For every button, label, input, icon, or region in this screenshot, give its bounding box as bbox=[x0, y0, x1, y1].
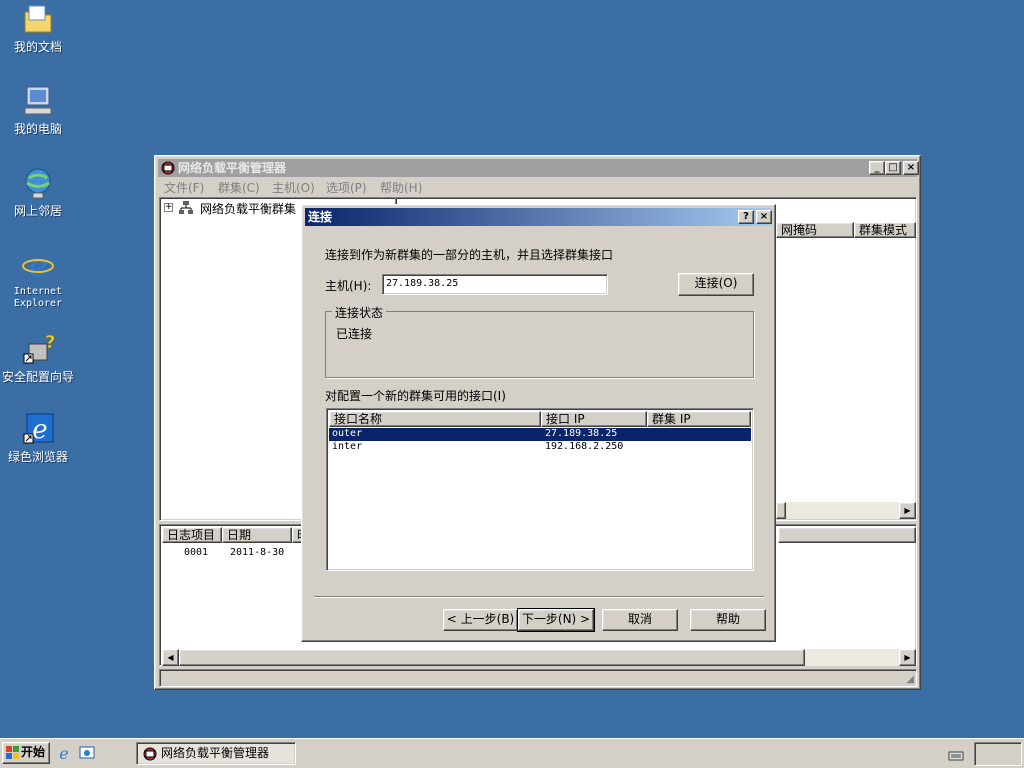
help-button[interactable]: 帮助 bbox=[690, 609, 766, 631]
desktop-icon-label: 安全配置向导 bbox=[1, 370, 74, 384]
start-label: 开始 bbox=[21, 745, 46, 759]
header-log-item[interactable]: 日志项目 bbox=[162, 527, 222, 543]
internet-explorer-icon: e bbox=[21, 248, 55, 284]
dialog-close-button[interactable]: × bbox=[756, 210, 772, 224]
desktop-icon-network-places[interactable]: 网上邻居 bbox=[0, 166, 76, 218]
menu-host[interactable]: 主机(O) bbox=[272, 179, 315, 196]
quicklaunch-ie-icon[interactable]: e bbox=[56, 744, 72, 763]
svg-text:e: e bbox=[29, 249, 47, 282]
dialog-separator bbox=[314, 596, 764, 598]
interface-cell-ip: 27.189.38.25 bbox=[545, 428, 618, 439]
host-list-hscrollbar[interactable]: ▶ bbox=[776, 502, 916, 519]
interface-cell-name: outer bbox=[332, 428, 363, 439]
folder-icon bbox=[21, 2, 55, 36]
log-scroll-left-button[interactable]: ◀ bbox=[162, 649, 179, 666]
next-button[interactable]: 下一步(N) > bbox=[517, 608, 595, 632]
interface-cell-ip: 192.168.2.250 bbox=[545, 441, 624, 452]
host-label: 主机(H): bbox=[325, 279, 372, 293]
interface-row-inter[interactable]: inter 192.168.2.250 bbox=[329, 441, 751, 454]
desktop-icon-label: 绿色浏览器 bbox=[7, 450, 68, 464]
desktop-icon-my-documents[interactable]: 我的文档 bbox=[0, 2, 76, 54]
header-log-date[interactable]: 日期 bbox=[222, 527, 292, 543]
desktop-icon-green-browser[interactable]: e 绿色浏览器 bbox=[0, 412, 76, 464]
taskbar: 开始 e 网络负载平衡管理器 bbox=[0, 738, 1024, 768]
system-tray bbox=[974, 742, 1022, 766]
nlb-app-icon bbox=[160, 160, 176, 176]
host-input-value: 27.189.38.25 bbox=[386, 278, 459, 289]
cluster-tree-icon bbox=[178, 200, 194, 216]
svg-text:e: e bbox=[32, 415, 47, 445]
close-button[interactable]: × bbox=[903, 161, 919, 175]
desktop-icon-label: Internet bbox=[13, 286, 63, 297]
status-bar: ◢ bbox=[159, 669, 917, 687]
desktop-icon-my-computer[interactable]: 我的电脑 bbox=[0, 84, 76, 136]
tree-expand-icon[interactable]: + bbox=[164, 203, 173, 212]
main-title-bar[interactable]: 网络负载平衡管理器 _ □ × bbox=[158, 159, 919, 177]
green-browser-icon: e bbox=[21, 412, 55, 446]
windows-logo-icon bbox=[6, 746, 20, 760]
menu-help[interactable]: 帮助(H) bbox=[380, 179, 422, 196]
log-header-filler bbox=[778, 527, 916, 543]
start-button[interactable]: 开始 bbox=[2, 742, 50, 764]
interface-row-outer[interactable]: outer 27.189.38.25 bbox=[328, 427, 752, 442]
cancel-button[interactable]: 取消 bbox=[602, 609, 678, 631]
dialog-title-bar[interactable]: 连接 ? × bbox=[305, 208, 772, 226]
dialog-title: 连接 bbox=[308, 210, 333, 224]
interfaces-list[interactable]: 接口名称 接口 IP 群集 IP outer 27.189.38.25 inte… bbox=[326, 408, 754, 571]
desktop-icon-label: 网上邻居 bbox=[13, 204, 62, 218]
log-hscrollbar[interactable]: ◀ ▶ bbox=[162, 649, 916, 666]
maximize-button[interactable]: □ bbox=[885, 161, 901, 175]
computer-icon bbox=[21, 84, 55, 118]
connect-dialog: 连接 ? × 连接到作为新群集的一部分的主机，并且选择群集接口 主机(H): 2… bbox=[301, 204, 776, 642]
interfaces-label: 对配置一个新的群集可用的接口(I) bbox=[325, 389, 506, 403]
desktop-icon-label: 我的电脑 bbox=[13, 122, 62, 136]
header-netmask[interactable]: 网掩码 bbox=[776, 222, 854, 238]
dialog-intro-text: 连接到作为新群集的一部分的主机，并且选择群集接口 bbox=[325, 248, 614, 262]
header-interface-ip[interactable]: 接口 IP bbox=[541, 411, 647, 427]
desktop-icon-label: 我的文档 bbox=[13, 40, 62, 54]
menu-options[interactable]: 选项(P) bbox=[326, 179, 367, 196]
connection-status-group: 连接状态 已连接 bbox=[325, 304, 754, 378]
scroll-right-button[interactable]: ▶ bbox=[899, 502, 916, 519]
header-cluster-mode[interactable]: 群集模式 bbox=[854, 222, 916, 238]
main-window-title: 网络负载平衡管理器 bbox=[178, 161, 287, 175]
taskbar-item-nlb-manager[interactable]: 网络负载平衡管理器 bbox=[136, 742, 296, 765]
network-icon bbox=[21, 166, 55, 200]
host-input[interactable]: 27.189.38.25 bbox=[382, 274, 608, 295]
dialog-help-icon[interactable]: ? bbox=[738, 210, 754, 224]
taskbar-nlb-icon bbox=[142, 746, 158, 762]
desktop-icon-internet-explorer[interactable]: e Internet Explorer bbox=[0, 248, 76, 310]
header-interface-name[interactable]: 接口名称 bbox=[329, 411, 541, 427]
minimize-button[interactable]: _ bbox=[869, 161, 885, 175]
status-text: 已连接 bbox=[336, 327, 373, 341]
log-scroll-right-button[interactable]: ▶ bbox=[899, 649, 916, 666]
menu-bar: 文件(F) 群集(C) 主机(O) 选项(P) 帮助(H) bbox=[158, 178, 917, 196]
quicklaunch-desktop-icon[interactable] bbox=[79, 745, 95, 761]
log-cell-date: 2011-8-30 bbox=[230, 547, 285, 558]
svg-text:?: ? bbox=[45, 332, 55, 353]
resize-grip-icon[interactable]: ◢ bbox=[906, 674, 914, 685]
security-wizard-icon: ? bbox=[21, 332, 56, 366]
log-scroll-thumb[interactable] bbox=[179, 649, 805, 666]
desktop-icon-label-line2: Explorer bbox=[13, 298, 63, 309]
log-cell-id: 0001 bbox=[184, 547, 209, 558]
menu-file[interactable]: 文件(F) bbox=[164, 179, 204, 196]
taskbar-item-label: 网络负载平衡管理器 bbox=[161, 746, 270, 760]
scroll-thumb[interactable] bbox=[776, 502, 786, 519]
svg-text:e: e bbox=[59, 745, 68, 761]
connect-button[interactable]: 连接(O) bbox=[678, 273, 754, 296]
interface-cell-name: inter bbox=[332, 441, 363, 452]
menu-cluster[interactable]: 群集(C) bbox=[218, 179, 260, 196]
status-group-title: 连接状态 bbox=[332, 304, 387, 321]
desktop-icon-security-wizard[interactable]: ? 安全配置向导 bbox=[0, 332, 76, 384]
header-cluster-ip[interactable]: 群集 IP bbox=[647, 411, 751, 427]
back-button[interactable]: < 上一步(B) bbox=[443, 609, 518, 631]
tray-keyboard-icon[interactable] bbox=[948, 746, 964, 762]
tree-root-label[interactable]: 网络负载平衡群集 bbox=[200, 200, 296, 217]
